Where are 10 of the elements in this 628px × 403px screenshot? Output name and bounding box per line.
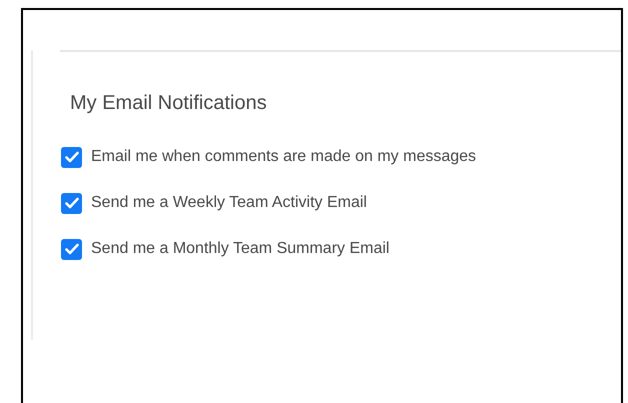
option-label: Email me when comments are made on my messages: [91, 147, 476, 167]
option-label: Send me a Monthly Team Summary Email: [91, 239, 390, 259]
checkbox[interactable]: [61, 238, 82, 260]
checkbox[interactable]: [61, 146, 82, 168]
option-label: Send me a Weekly Team Activity Email: [91, 193, 367, 213]
check-icon: [64, 243, 78, 255]
section-title: My Email Notifications: [70, 91, 267, 116]
checkbox[interactable]: [61, 192, 82, 214]
check-icon: [64, 197, 78, 209]
check-icon: [64, 151, 78, 163]
